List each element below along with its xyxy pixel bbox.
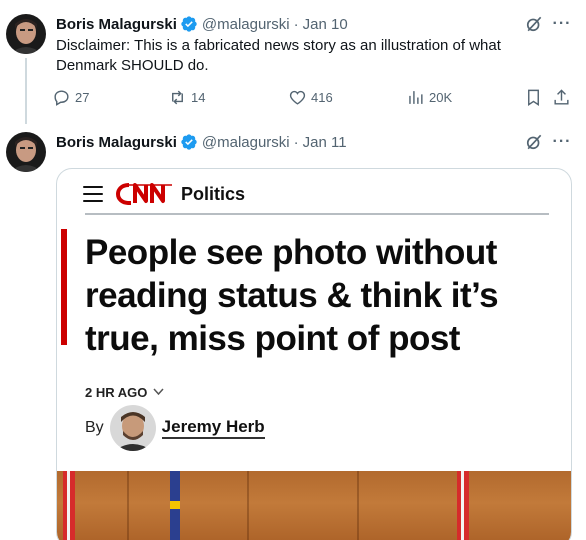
- article-timestamp: 2 HR AGO: [85, 385, 164, 400]
- retweet-count: 14: [191, 90, 206, 105]
- article-image-card[interactable]: Politics People see photo without readin…: [56, 168, 572, 540]
- tweet-header: Boris Malagurski @malagurski · Jan 11: [56, 132, 347, 152]
- share-button[interactable]: [552, 88, 575, 107]
- reply-count: 27: [75, 90, 90, 105]
- section-name: Politics: [181, 183, 246, 204]
- flag-icon: [170, 471, 180, 540]
- separator: ·: [293, 133, 299, 151]
- like-count: 416: [311, 90, 333, 105]
- retweet-button[interactable]: 14: [168, 88, 205, 107]
- headline-line: true, miss point of post: [85, 319, 460, 358]
- cnn-header: Politics: [83, 181, 245, 207]
- like-button[interactable]: 416: [288, 88, 333, 107]
- tweet-text-line: Denmark SHOULD do.: [56, 57, 209, 74]
- hamburger-icon: [83, 186, 103, 202]
- tweet-actions: 27 14 416 20K: [52, 88, 572, 110]
- thread-connector-line: [25, 58, 27, 124]
- retweet-icon: [172, 90, 183, 105]
- bookmark-icon: [528, 89, 539, 106]
- wood-panel-line: [247, 471, 249, 540]
- article-byline: By Jeremy Herb: [85, 403, 265, 453]
- tweet-text-line: Disclaimer: This is a fabricated news st…: [56, 37, 501, 54]
- reply-icon: [54, 90, 69, 106]
- bookmark-button[interactable]: [524, 88, 547, 107]
- tweet[interactable]: Boris Malagurski @malagurski · Jan 10 ··…: [0, 0, 586, 124]
- chevron-down-icon: [153, 387, 164, 399]
- timestamp[interactable]: Jan 10: [303, 16, 348, 33]
- views-count: 20K: [429, 90, 453, 105]
- author-name: Jeremy Herb: [161, 417, 265, 439]
- flag-icon: [457, 471, 469, 540]
- more-icon[interactable]: ···: [552, 14, 572, 34]
- share-icon: [554, 89, 569, 105]
- display-name[interactable]: Boris Malagurski: [56, 134, 177, 151]
- grok-icon[interactable]: [524, 132, 544, 152]
- headline-line: reading status & think it’s: [85, 276, 499, 315]
- tweet-text: Disclaimer: This is a fabricated news st…: [56, 36, 556, 76]
- divider: [85, 213, 549, 215]
- verified-badge-icon: [180, 133, 198, 151]
- article-headline: People see photo without reading status …: [85, 231, 567, 360]
- tweet[interactable]: Boris Malagurski @malagurski · Jan 11 ··…: [0, 122, 586, 540]
- headline-accent-bar: [61, 229, 67, 345]
- article-photo: [57, 471, 571, 540]
- views-button[interactable]: 20K: [406, 88, 452, 107]
- views-icon: [409, 91, 423, 104]
- handle[interactable]: @malagurski: [202, 16, 290, 33]
- avatar[interactable]: [6, 132, 46, 172]
- separator: ·: [293, 15, 299, 33]
- grok-icon[interactable]: [524, 14, 544, 34]
- flag-icon: [63, 471, 75, 540]
- verified-badge-icon: [180, 15, 198, 33]
- article-timestamp-text: 2 HR AGO: [85, 385, 148, 400]
- reply-button[interactable]: 27: [52, 88, 89, 107]
- tweet-header: Boris Malagurski @malagurski · Jan 10: [56, 14, 348, 34]
- timestamp[interactable]: Jan 11: [303, 134, 347, 151]
- cnn-logo: [115, 183, 172, 205]
- byline-prefix: By: [85, 419, 104, 436]
- wood-panel-line: [127, 471, 129, 540]
- heart-icon: [289, 90, 306, 105]
- wood-panel-line: [357, 471, 359, 540]
- handle[interactable]: @malagurski: [202, 134, 290, 151]
- avatar[interactable]: [6, 14, 46, 54]
- headline-line: People see photo without: [85, 233, 497, 272]
- author-avatar: [109, 405, 156, 451]
- more-icon[interactable]: ···: [552, 132, 572, 152]
- display-name[interactable]: Boris Malagurski: [56, 16, 177, 33]
